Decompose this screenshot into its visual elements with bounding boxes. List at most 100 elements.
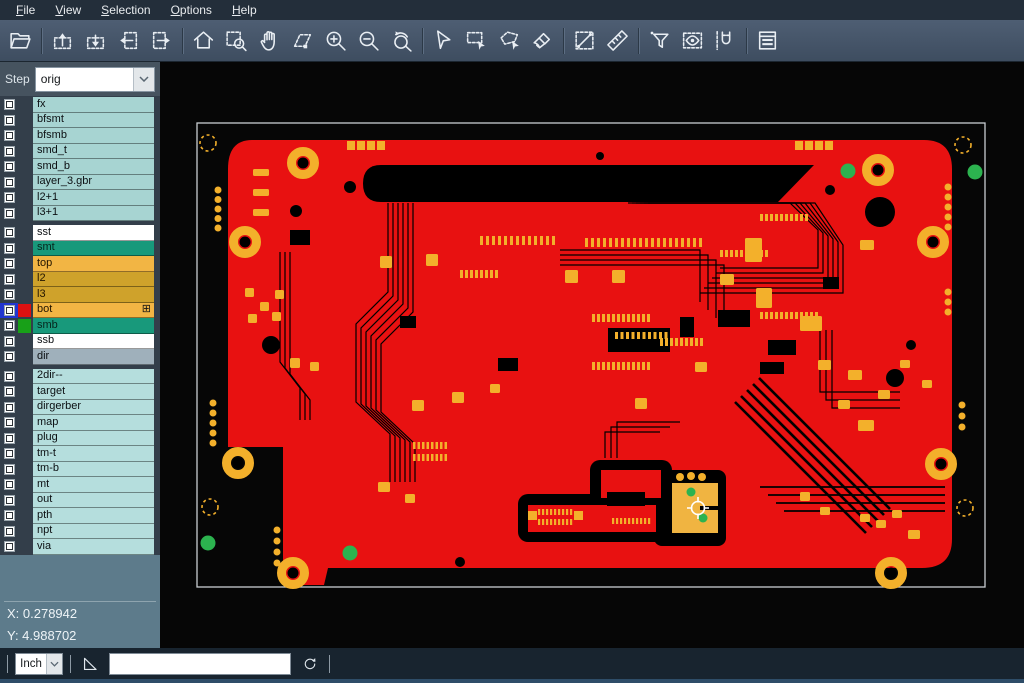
step-label: Step (5, 72, 30, 86)
command-input[interactable] (109, 653, 291, 675)
layer-checkbox[interactable] (0, 113, 18, 129)
layer-checkbox[interactable] (0, 334, 18, 350)
layer-row-bfsmt[interactable]: bfsmt (0, 113, 160, 129)
layer-checkbox[interactable] (0, 256, 18, 272)
layer-row-smb[interactable]: smb (0, 318, 160, 334)
layer-row-l3[interactable]: l3 (0, 287, 160, 303)
shift-left-button[interactable] (112, 23, 145, 59)
layer-checkbox[interactable] (0, 175, 18, 191)
layer-row-top[interactable]: top (0, 256, 160, 272)
layer-checkbox[interactable] (0, 493, 18, 509)
select-button[interactable] (427, 23, 460, 59)
layer-row-bfsmb[interactable]: bfsmb (0, 128, 160, 144)
step-dropdown[interactable]: orig (35, 67, 155, 92)
layer-row-sst[interactable]: sst (0, 225, 160, 241)
pan-button[interactable] (253, 23, 286, 59)
select-polygon-button[interactable] (493, 23, 526, 59)
menu-item-file[interactable]: File (6, 1, 45, 20)
layer-checkbox[interactable] (0, 303, 18, 319)
refresh-icon[interactable] (298, 652, 322, 676)
measure-ruler-button[interactable] (601, 23, 634, 59)
layer-checkbox[interactable] (0, 524, 18, 540)
layer-checkbox[interactable] (0, 462, 18, 478)
units-dropdown[interactable]: Inch (15, 653, 63, 675)
menu-item-help[interactable]: Help (222, 1, 267, 20)
layer-label: sst (33, 225, 154, 241)
layer-checkbox[interactable] (0, 287, 18, 303)
toolbar-separator (41, 28, 42, 54)
layer-checkbox[interactable] (0, 369, 18, 385)
layer-checkbox[interactable] (0, 431, 18, 447)
layer-checkbox[interactable] (0, 477, 18, 493)
layer-row-bot[interactable]: bot⊞ (0, 303, 160, 319)
measure-point-button[interactable] (568, 23, 601, 59)
layer-checkbox[interactable] (0, 144, 18, 160)
layer-row-dirgerber[interactable]: dirgerber (0, 400, 160, 416)
layer-checkbox[interactable] (0, 159, 18, 175)
corner-measure-icon[interactable] (78, 652, 102, 676)
layer-row-l2+1[interactable]: l2+1 (0, 190, 160, 206)
layer-row-layer_3.gbr[interactable]: layer_3.gbr (0, 175, 160, 191)
import-up-button[interactable] (46, 23, 79, 59)
layer-row-target[interactable]: target (0, 384, 160, 400)
layer-checkbox[interactable] (0, 349, 18, 365)
layer-row-npt[interactable]: npt (0, 524, 160, 540)
layer-checkbox[interactable] (0, 446, 18, 462)
clear-highlight-button[interactable] (526, 23, 559, 59)
pcb-viewport[interactable] (160, 62, 1024, 648)
layer-checkbox[interactable] (0, 272, 18, 288)
layer-row-smd_t[interactable]: smd_t (0, 144, 160, 160)
layer-color-swatch (18, 273, 31, 287)
toolbar-separator (182, 28, 183, 54)
layer-row-out[interactable]: out (0, 493, 160, 509)
layer-row-tm-b[interactable]: tm-b (0, 462, 160, 478)
layer-row-l3+1[interactable]: l3+1 (0, 206, 160, 222)
zoom-in-button[interactable] (319, 23, 352, 59)
select-rectangle-icon (464, 28, 489, 53)
shift-right-button[interactable] (145, 23, 178, 59)
layer-checkbox[interactable] (0, 206, 18, 222)
report-button[interactable] (751, 23, 784, 59)
filter-button[interactable] (643, 23, 676, 59)
menu-item-options[interactable]: Options (161, 1, 222, 20)
zoom-window-button[interactable] (220, 23, 253, 59)
layer-row-pth[interactable]: pth (0, 508, 160, 524)
layer-checkbox[interactable] (0, 415, 18, 431)
menu-item-selection[interactable]: Selection (91, 1, 160, 20)
layer-row-smd_b[interactable]: smd_b (0, 159, 160, 175)
select-rectangle-button[interactable] (460, 23, 493, 59)
layer-row-plug[interactable]: plug (0, 431, 160, 447)
layer-checkbox[interactable] (0, 241, 18, 257)
layer-checkbox[interactable] (0, 384, 18, 400)
layer-row-2dir--[interactable]: 2dir-- (0, 369, 160, 385)
layer-checkbox[interactable] (0, 400, 18, 416)
snap-button[interactable] (709, 23, 742, 59)
layer-checkbox[interactable] (0, 508, 18, 524)
open-folder-button[interactable] (4, 23, 37, 59)
zoom-polygon-button[interactable] (286, 23, 319, 59)
visibility-button[interactable] (676, 23, 709, 59)
layer-row-via[interactable]: via (0, 539, 160, 555)
layer-row-dir[interactable]: dir (0, 349, 160, 365)
layer-row-smt[interactable]: smt (0, 241, 160, 257)
layer-row-map[interactable]: map (0, 415, 160, 431)
layer-checkbox[interactable] (0, 318, 18, 334)
layer-row-l2[interactable]: l2 (0, 272, 160, 288)
layer-row-mt[interactable]: mt (0, 477, 160, 493)
layer-row-tm-t[interactable]: tm-t (0, 446, 160, 462)
zoom-home-button[interactable] (187, 23, 220, 59)
zoom-previous-button[interactable] (385, 23, 418, 59)
layer-checkbox[interactable] (0, 539, 18, 555)
checkbox-icon (4, 192, 15, 203)
layer-checkbox[interactable] (0, 190, 18, 206)
layer-checkbox[interactable] (0, 128, 18, 144)
layer-checkbox[interactable] (0, 225, 18, 241)
layer-row-ssb[interactable]: ssb (0, 334, 160, 350)
layer-label: smd_b (33, 159, 154, 175)
layer-row-fx[interactable]: fx (0, 97, 160, 113)
menu-item-view[interactable]: View (45, 1, 91, 20)
import-down-button[interactable] (79, 23, 112, 59)
layer-checkbox[interactable] (0, 97, 18, 113)
pcb-canvas[interactable] (160, 62, 1024, 648)
zoom-out-button[interactable] (352, 23, 385, 59)
